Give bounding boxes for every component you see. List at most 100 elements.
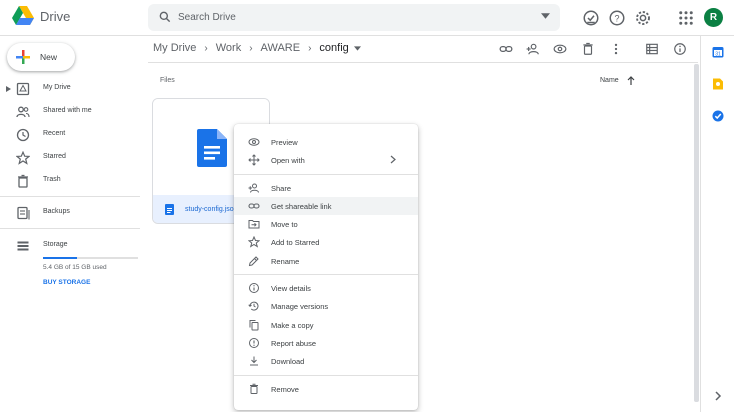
- drive-logo[interactable]: Drive: [12, 6, 70, 26]
- sidebar-item-label: My Drive: [43, 84, 71, 91]
- calendar-icon[interactable]: 31: [712, 46, 724, 58]
- sidebar-item-label: Shared with me: [43, 107, 92, 114]
- menu-item-manage-versions[interactable]: Manage versions: [234, 297, 418, 315]
- keep-notes-icon[interactable]: [712, 78, 724, 90]
- storage-used-text: 5.4 GB of 15 GB used: [43, 264, 107, 271]
- info-icon: [249, 283, 259, 294]
- vertical-scrollbar[interactable]: [694, 64, 699, 402]
- trash-icon: [250, 383, 258, 394]
- breadcrumb-current-folder[interactable]: config: [319, 42, 348, 54]
- storage-icon: [17, 241, 29, 251]
- storage-usage-fill: [43, 257, 78, 259]
- toolbar: My Drive › Work › AWARE › config: [148, 36, 698, 63]
- arrow-up-icon: [627, 76, 635, 85]
- new-button[interactable]: New: [7, 43, 75, 71]
- sidebar-item-starred[interactable]: Starred: [0, 148, 145, 168]
- link-icon: [248, 203, 260, 209]
- search-bar[interactable]: [148, 4, 560, 31]
- menu-divider: [234, 173, 418, 175]
- my-drive-icon: [16, 82, 30, 96]
- menu-item-open-with[interactable]: Open with: [234, 151, 418, 169]
- add-person-icon[interactable]: [526, 42, 540, 56]
- menu-item-label: Make a copy: [271, 320, 314, 330]
- account-avatar[interactable]: R: [704, 8, 723, 27]
- menu-item-label: Open with: [271, 156, 305, 166]
- breadcrumb: My Drive › Work › AWARE › config: [153, 42, 361, 54]
- preview-eye-icon[interactable]: [553, 42, 567, 56]
- sidebar-item-label: Storage: [43, 241, 68, 248]
- alert-icon: [249, 337, 259, 348]
- menu-item-view-details[interactable]: View details: [234, 279, 418, 297]
- breadcrumb-separator-icon: ›: [249, 42, 253, 54]
- sidebar-item-backups[interactable]: Backups: [0, 203, 145, 223]
- expand-caret-icon[interactable]: [6, 86, 11, 92]
- menu-item-add-to-starred[interactable]: Add to Starred: [234, 233, 418, 251]
- menu-item-label: Move to: [271, 220, 298, 230]
- menu-item-label: Get shareable link: [271, 201, 332, 211]
- help-icon[interactable]: ?: [608, 9, 626, 27]
- svg-text:31: 31: [715, 51, 721, 57]
- delete-trash-icon[interactable]: [581, 42, 595, 56]
- settings-gear-icon[interactable]: [634, 9, 652, 27]
- sidebar-item-shared[interactable]: Shared with me: [0, 102, 145, 122]
- buy-storage-link[interactable]: BUY STORAGE: [43, 279, 90, 286]
- backup-icon: [17, 206, 30, 220]
- breadcrumb-item[interactable]: Work: [216, 42, 241, 54]
- sidebar-item-label: Starred: [43, 153, 66, 160]
- sidebar-item-recent[interactable]: Recent: [0, 125, 145, 145]
- list-view-icon[interactable]: [645, 42, 659, 56]
- menu-item-label: Share: [271, 183, 292, 193]
- menu-item-share[interactable]: Share: [234, 179, 418, 197]
- menu-item-make-a-copy[interactable]: Make a copy: [234, 316, 418, 334]
- new-button-label: New: [40, 52, 58, 62]
- menu-item-download[interactable]: Download: [234, 352, 418, 370]
- top-bar: Drive ?: [0, 0, 734, 36]
- star-icon: [248, 236, 260, 249]
- trash-icon: [18, 174, 28, 188]
- menu-item-remove[interactable]: Remove: [234, 380, 418, 398]
- star-icon: [16, 151, 30, 165]
- menu-item-label: View details: [271, 284, 311, 294]
- offline-ready-icon[interactable]: [582, 9, 600, 27]
- menu-item-label: Remove: [271, 384, 299, 394]
- menu-item-label: Download: [271, 357, 305, 367]
- shared-icon: [16, 106, 30, 118]
- history-icon: [248, 301, 259, 311]
- sort-by-name-control[interactable]: Name: [600, 76, 635, 85]
- file-name: study-config.json: [185, 206, 238, 213]
- sidebar-item-my-drive[interactable]: My Drive: [0, 79, 145, 99]
- info-icon[interactable]: [673, 42, 687, 56]
- search-input[interactable]: [178, 4, 528, 31]
- menu-item-get-shareable-link[interactable]: Get shareable link: [234, 196, 418, 216]
- svg-text:?: ?: [614, 13, 619, 23]
- plus-icon: [16, 50, 30, 64]
- pencil-icon: [248, 256, 259, 266]
- drive-app: Drive ?: [0, 0, 734, 412]
- menu-item-preview[interactable]: Preview: [234, 133, 418, 151]
- submenu-chevron-icon: [390, 155, 396, 164]
- menu-item-label: Rename: [271, 256, 300, 266]
- copy-icon: [249, 319, 259, 331]
- menu-item-move-to[interactable]: Move to: [234, 215, 418, 233]
- sidebar-item-storage[interactable]: Storage: [0, 236, 145, 256]
- apps-grid-icon[interactable]: [677, 9, 695, 27]
- expand-panel-chevron-icon[interactable]: [712, 390, 724, 402]
- sidebar-item-trash[interactable]: Trash: [0, 171, 145, 191]
- clock-icon: [16, 128, 30, 142]
- more-vert-icon[interactable]: [609, 42, 623, 56]
- sidebar: New My Drive Shared with me Recent Starr…: [0, 36, 148, 412]
- menu-item-report-abuse[interactable]: Report abuse: [234, 334, 418, 352]
- link-icon[interactable]: [499, 42, 513, 56]
- drive-logo-icon: [12, 6, 34, 25]
- menu-item-rename[interactable]: Rename: [234, 252, 418, 270]
- tasks-icon[interactable]: [712, 110, 724, 122]
- menu-item-label: Manage versions: [271, 302, 329, 312]
- search-options-icon[interactable]: [541, 13, 550, 19]
- breadcrumb-item[interactable]: AWARE: [261, 42, 301, 54]
- add-person-icon: [248, 183, 259, 193]
- search-icon[interactable]: [158, 10, 172, 24]
- breadcrumb-item[interactable]: My Drive: [153, 42, 196, 54]
- menu-item-label: Report abuse: [271, 338, 317, 348]
- sort-label: Name: [600, 77, 619, 84]
- folder-menu-caret-icon[interactable]: [353, 45, 361, 51]
